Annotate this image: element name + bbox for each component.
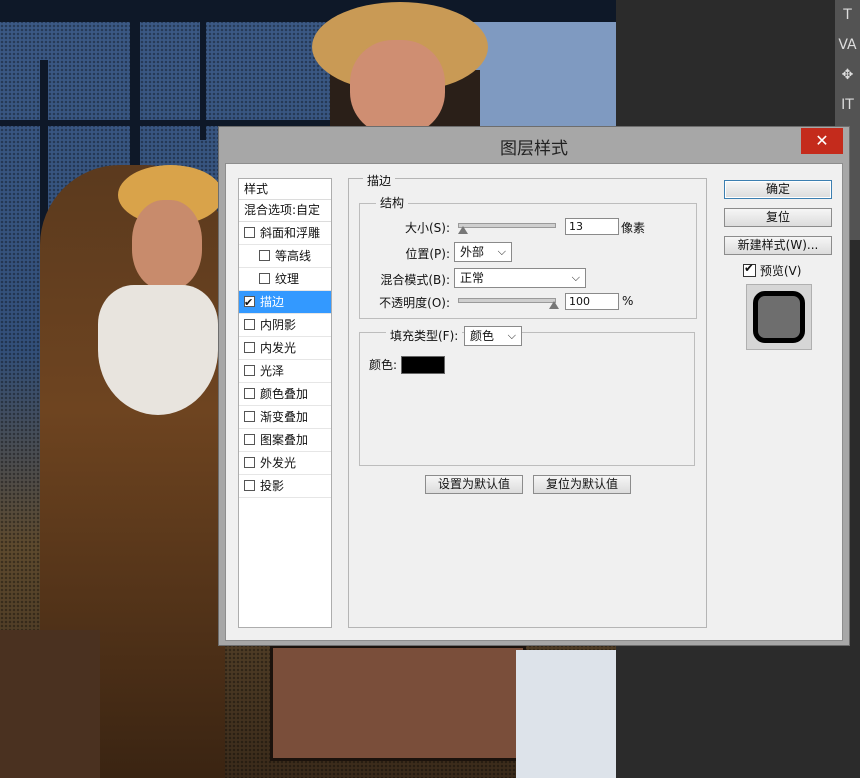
style-item-label: 纹理: [275, 272, 300, 286]
style-checkbox[interactable]: [244, 342, 255, 353]
layer-style-dialog: 图层样式 ✕ 样式 混合选项:自定 斜面和浮雕等高线纹理描边内阴影内发光光泽颜色…: [218, 126, 850, 646]
chevron-down-icon: ⌵: [571, 271, 580, 284]
woman-face: [132, 200, 202, 290]
style-checkbox[interactable]: [244, 292, 255, 314]
style-item-label: 斜面和浮雕: [260, 226, 321, 240]
woman-collar: [98, 285, 218, 415]
style-item[interactable]: 等高线: [239, 245, 331, 268]
blend-mode-label: 混合模式(B):: [380, 273, 450, 287]
style-item-label: 光泽: [260, 364, 285, 378]
style-checkbox[interactable]: [244, 457, 255, 468]
styles-header[interactable]: 样式: [239, 179, 331, 200]
suitcase-right: [270, 645, 526, 761]
style-checkbox[interactable]: [244, 227, 255, 238]
size-label: 大小(S):: [404, 221, 450, 235]
position-select[interactable]: 外部 ⌵: [454, 242, 512, 262]
styles-list: 样式 混合选项:自定 斜面和浮雕等高线纹理描边内阴影内发光光泽颜色叠加渐变叠加图…: [238, 178, 332, 628]
opacity-unit: %: [622, 294, 634, 308]
preview-label: 预览(V): [759, 264, 802, 278]
new-style-button[interactable]: 新建样式(W)...: [724, 236, 832, 255]
style-item[interactable]: 渐变叠加: [239, 406, 331, 429]
style-item-label: 渐变叠加: [260, 410, 309, 424]
style-checkbox[interactable]: [244, 434, 255, 445]
scaffold-beam: [0, 0, 616, 22]
ok-button[interactable]: 确定: [724, 180, 832, 199]
style-item-label: 描边: [260, 295, 285, 309]
position-label: 位置(P):: [405, 247, 450, 261]
style-item-label: 等高线: [275, 249, 312, 263]
style-item[interactable]: 描边: [239, 291, 331, 314]
tracking-icon[interactable]: VA: [835, 30, 860, 60]
style-item[interactable]: 光泽: [239, 360, 331, 383]
fill-type-value: 颜色: [470, 329, 495, 343]
fill-type-label: 填充类型(F):: [386, 329, 463, 343]
style-item[interactable]: 纹理: [239, 268, 331, 291]
structure-group-title: 结构: [376, 196, 409, 210]
reset-default-button[interactable]: 复位为默认值: [533, 475, 631, 494]
style-item-label: 投影: [260, 479, 285, 493]
opacity-input[interactable]: 100: [565, 293, 619, 310]
dialog-titlebar[interactable]: 图层样式 ✕: [219, 127, 849, 163]
reset-button[interactable]: 复位: [724, 208, 832, 227]
style-item-label: 颜色叠加: [260, 387, 309, 401]
chevron-down-icon: ⌵: [497, 245, 506, 258]
fill-type-select[interactable]: 颜色 ⌵: [464, 326, 522, 346]
color-swatch[interactable]: [401, 356, 445, 374]
dialog-body: 样式 混合选项:自定 斜面和浮雕等高线纹理描边内阴影内发光光泽颜色叠加渐变叠加图…: [225, 163, 843, 641]
style-item[interactable]: 内发光: [239, 337, 331, 360]
preview-checkbox[interactable]: [743, 261, 756, 277]
suitcase-left: [0, 630, 100, 778]
man-face: [350, 40, 445, 135]
close-button[interactable]: ✕: [801, 128, 843, 154]
style-checkbox[interactable]: [244, 365, 255, 376]
size-slider-track[interactable]: [458, 223, 556, 228]
style-item[interactable]: 外发光: [239, 452, 331, 475]
blending-options-item[interactable]: 混合选项:自定: [239, 200, 331, 222]
chevron-down-icon: ⌵: [507, 329, 516, 342]
type-vertical-icon[interactable]: IT: [835, 90, 860, 120]
style-preview-thumbnail: [746, 284, 812, 350]
style-items: 斜面和浮雕等高线纹理描边内阴影内发光光泽颜色叠加渐变叠加图案叠加外发光投影: [239, 222, 331, 498]
style-checkbox[interactable]: [259, 250, 270, 261]
close-icon: ✕: [815, 131, 829, 150]
style-item[interactable]: 图案叠加: [239, 429, 331, 452]
opacity-slider-track[interactable]: [458, 298, 556, 303]
structure-group: 结构 大小(S): 13 像素 位置(P): 外部 ⌵ 混合模式(B): 正常 …: [359, 196, 697, 319]
size-unit: 像素: [621, 221, 646, 235]
scaffold-pole: [200, 20, 206, 140]
stroke-settings-panel: 描边 结构 大小(S): 13 像素 位置(P): 外部 ⌵ 混合模式(B): …: [348, 174, 707, 628]
size-input[interactable]: 13: [565, 218, 619, 235]
set-default-button[interactable]: 设置为默认值: [425, 475, 523, 494]
type-icon[interactable]: T: [835, 0, 860, 30]
style-item[interactable]: 内阴影: [239, 314, 331, 337]
opacity-slider-thumb[interactable]: [549, 301, 559, 309]
style-checkbox[interactable]: [244, 480, 255, 491]
style-checkbox[interactable]: [244, 411, 255, 422]
style-item-label: 内阴影: [260, 318, 297, 332]
style-item[interactable]: 投影: [239, 475, 331, 498]
dialog-title: 图层样式: [500, 139, 568, 159]
stroke-group-title: 描边: [363, 174, 396, 188]
style-item-label: 图案叠加: [260, 433, 309, 447]
style-checkbox[interactable]: [244, 319, 255, 330]
preview-checkbox-row[interactable]: 预览(V): [743, 261, 802, 279]
style-item[interactable]: 颜色叠加: [239, 383, 331, 406]
blend-mode-select[interactable]: 正常 ⌵: [454, 268, 586, 288]
size-slider-thumb[interactable]: [457, 226, 468, 234]
transform-icon[interactable]: ✥: [835, 60, 860, 90]
style-item-label: 外发光: [260, 456, 297, 470]
blend-mode-value: 正常: [460, 271, 485, 285]
style-item-label: 内发光: [260, 341, 297, 355]
opacity-label: 不透明度(O):: [379, 296, 450, 310]
fill-group: 填充类型(F): 颜色 ⌵ 颜色:: [359, 326, 695, 466]
style-checkbox[interactable]: [259, 273, 270, 284]
style-item[interactable]: 斜面和浮雕: [239, 222, 331, 245]
background-ground: [516, 650, 616, 778]
style-checkbox[interactable]: [244, 388, 255, 399]
position-value: 外部: [460, 245, 485, 259]
preview-shape: [753, 291, 805, 343]
color-label: 颜色:: [369, 358, 398, 372]
